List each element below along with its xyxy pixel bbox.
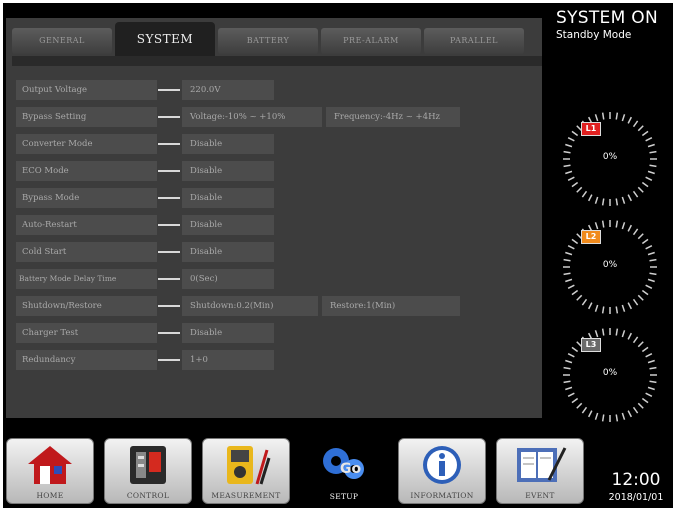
bottom-dock: HOME CONTROL MEASUREMENT Go SETUP INFORM…	[6, 438, 596, 504]
system-status-title: SYSTEM ON	[556, 8, 658, 28]
setting-value-shutdown[interactable]: Shutdown:0.2(Min)	[182, 296, 318, 316]
dock-label: INFORMATION	[410, 491, 474, 500]
dock-label: MEASUREMENT	[211, 491, 281, 500]
measurement-button[interactable]: MEASUREMENT	[202, 438, 290, 504]
setting-value[interactable]: 0(Sec)	[182, 269, 274, 289]
tab-pre-alarm[interactable]: PRE-ALARM	[321, 28, 421, 54]
setup-button[interactable]: Go SETUP	[300, 438, 388, 504]
setting-value-voltage[interactable]: Voltage:-10% ~ +10%	[182, 107, 322, 127]
row-connector	[158, 332, 180, 334]
setting-label: Bypass Mode	[16, 188, 157, 208]
home-icon	[26, 444, 74, 490]
clock-time: 12:00	[611, 470, 661, 490]
dock-label: CONTROL	[126, 491, 170, 500]
control-icon	[128, 444, 168, 490]
row-connector	[158, 143, 180, 145]
setting-value[interactable]: Disable	[182, 134, 274, 154]
setting-label: Charger Test	[16, 323, 157, 343]
setting-value[interactable]: 1+0	[182, 350, 274, 370]
clock: 12:00 2018/01/01	[603, 470, 669, 503]
setting-value[interactable]: Disable	[182, 188, 274, 208]
system-status-mode: Standby Mode	[556, 29, 632, 41]
dock-label: HOME	[36, 491, 64, 500]
setting-label: Bypass Setting	[16, 107, 157, 127]
setting-label: Redundancy	[16, 350, 157, 370]
row-connector	[158, 89, 180, 91]
row-connector	[158, 170, 180, 172]
setting-label: Converter Mode	[16, 134, 157, 154]
setting-value[interactable]: Disable	[182, 161, 274, 181]
row-connector	[158, 359, 180, 361]
row-connector	[158, 116, 180, 118]
row-connector	[158, 251, 180, 253]
phase-badge: L3	[581, 338, 601, 352]
row-connector	[158, 305, 180, 307]
multimeter-icon	[221, 444, 271, 490]
tab-system[interactable]: SYSTEM	[115, 22, 215, 60]
information-button[interactable]: INFORMATION	[398, 438, 486, 504]
tab-underline	[12, 56, 542, 66]
setting-label: Cold Start	[16, 242, 157, 262]
setting-value-frequency[interactable]: Frequency:-4Hz ~ +4Hz	[326, 107, 460, 127]
tab-parallel[interactable]: PARALLEL	[424, 28, 524, 54]
gears-icon: Go	[318, 443, 370, 489]
event-button[interactable]: EVENT	[496, 438, 584, 504]
row-connector	[158, 278, 180, 280]
clock-date: 2018/01/01	[608, 492, 664, 503]
setting-value[interactable]: Disable	[182, 215, 274, 235]
setting-label: Auto-Restart	[16, 215, 157, 235]
home-button[interactable]: HOME	[6, 438, 94, 504]
svg-text:Go: Go	[340, 461, 361, 477]
tab-general[interactable]: GENERAL	[12, 28, 112, 54]
setting-label: Battery Mode Delay Time	[16, 269, 157, 289]
setting-value-restore[interactable]: Restore:1(Min)	[322, 296, 460, 316]
setting-value[interactable]: Disable	[182, 323, 274, 343]
phase-badge: L1	[581, 122, 601, 136]
row-connector	[158, 197, 180, 199]
tab-bar: GENERAL SYSTEM BATTERY PRE-ALARM PARALLE…	[6, 20, 542, 60]
dock-label: SETUP	[329, 492, 359, 501]
setting-label: Shutdown/Restore	[16, 296, 157, 316]
event-log-icon	[513, 444, 567, 490]
setting-value[interactable]: Disable	[182, 242, 274, 262]
info-icon	[421, 444, 463, 490]
setting-value[interactable]: 220.0V	[182, 80, 274, 100]
setting-label: ECO Mode	[16, 161, 157, 181]
phase-load-percent: 0%	[602, 368, 618, 378]
tab-battery[interactable]: BATTERY	[218, 28, 318, 54]
control-button[interactable]: CONTROL	[104, 438, 192, 504]
system-status: SYSTEM ON Standby Mode	[556, 8, 658, 41]
phase-load-percent: 0%	[602, 152, 618, 162]
phase-gauge-l1: L1 0%	[561, 110, 659, 208]
setting-label: Output Voltage	[16, 80, 157, 100]
row-connector	[158, 224, 180, 226]
phase-gauge-l2: L2 0%	[561, 218, 659, 316]
phase-load-percent: 0%	[602, 260, 618, 270]
phase-gauge-l3: L3 0%	[561, 326, 659, 424]
dock-label: EVENT	[525, 491, 555, 500]
phase-badge: L2	[581, 230, 601, 244]
